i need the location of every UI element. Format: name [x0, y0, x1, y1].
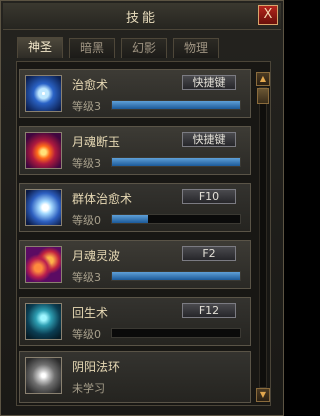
skill-row-mass-heal[interactable]: 群体治愈术 F10 等级0 — [19, 183, 251, 232]
soul-wave-icon[interactable] — [25, 246, 62, 283]
skill-name: 回生术 — [72, 306, 109, 320]
window-title: 技能 — [125, 11, 158, 26]
skill-row-yin-yang[interactable]: 阴阳法环 未学习 — [19, 351, 251, 403]
skill-progress-bar — [111, 214, 241, 224]
skill-name: 阴阳法环 — [72, 360, 121, 374]
heal-icon[interactable] — [25, 75, 62, 112]
close-button[interactable]: X — [258, 5, 278, 25]
tab-phantom[interactable]: 幻影 — [121, 38, 167, 58]
skill-level: 等级3 — [72, 157, 101, 170]
hotkey-button[interactable]: F10 — [182, 189, 236, 204]
skill-row-heal[interactable]: 治愈术 快捷键 等级3 — [19, 69, 251, 118]
tab-holy[interactable]: 神圣 — [17, 37, 63, 58]
moon-soul-icon[interactable] — [25, 132, 62, 169]
skill-level: 等级0 — [72, 328, 101, 341]
hotkey-button[interactable]: F2 — [182, 246, 236, 261]
mass-heal-icon[interactable] — [25, 189, 62, 226]
skill-progress-fill — [112, 101, 240, 109]
hotkey-button[interactable]: 快捷键 — [182, 132, 236, 147]
skill-level: 等级3 — [72, 271, 101, 284]
skill-name: 群体治愈术 — [72, 192, 133, 206]
skill-row-soul-wave[interactable]: 月魂灵波 F2 等级3 — [19, 240, 251, 289]
tab-dark[interactable]: 暗黑 — [69, 38, 115, 58]
tab-physical[interactable]: 物理 — [173, 38, 219, 58]
skill-name: 月魂断玉 — [72, 135, 121, 149]
title-bar[interactable]: 技能 X — [3, 3, 281, 30]
hotkey-button[interactable]: F12 — [182, 303, 236, 318]
scrollbar-thumb[interactable] — [257, 88, 269, 104]
skill-progress-bar — [111, 271, 241, 281]
skill-progress-fill — [112, 215, 148, 223]
scroll-down-arrow-icon[interactable]: ▼ — [256, 388, 270, 402]
revive-icon[interactable] — [25, 303, 62, 340]
skill-level: 未学习 — [72, 382, 105, 395]
skill-level: 等级0 — [72, 214, 101, 227]
skill-name: 月魂灵波 — [72, 249, 121, 263]
skill-level: 等级3 — [72, 100, 101, 113]
scroll-up-arrow-icon[interactable]: ▲ — [256, 72, 270, 86]
skills-window: 技能 X 神圣 暗黑 幻影 物理 治愈术 快捷键 等级3 月魂断玉 快捷键 等级… — [0, 0, 284, 416]
skill-progress-fill — [112, 272, 240, 280]
skill-progress-bar — [111, 328, 241, 338]
hotkey-button[interactable]: 快捷键 — [182, 75, 236, 90]
skill-progress-fill — [112, 158, 240, 166]
skill-row-revive[interactable]: 回生术 F12 等级0 — [19, 297, 251, 346]
skill-row-moon-soul[interactable]: 月魂断玉 快捷键 等级3 — [19, 126, 251, 175]
scrollbar-track[interactable] — [259, 87, 267, 388]
skill-name: 治愈术 — [72, 78, 109, 92]
yin-yang-icon[interactable] — [25, 357, 62, 394]
skill-progress-bar — [111, 100, 241, 110]
skill-progress-bar — [111, 157, 241, 167]
